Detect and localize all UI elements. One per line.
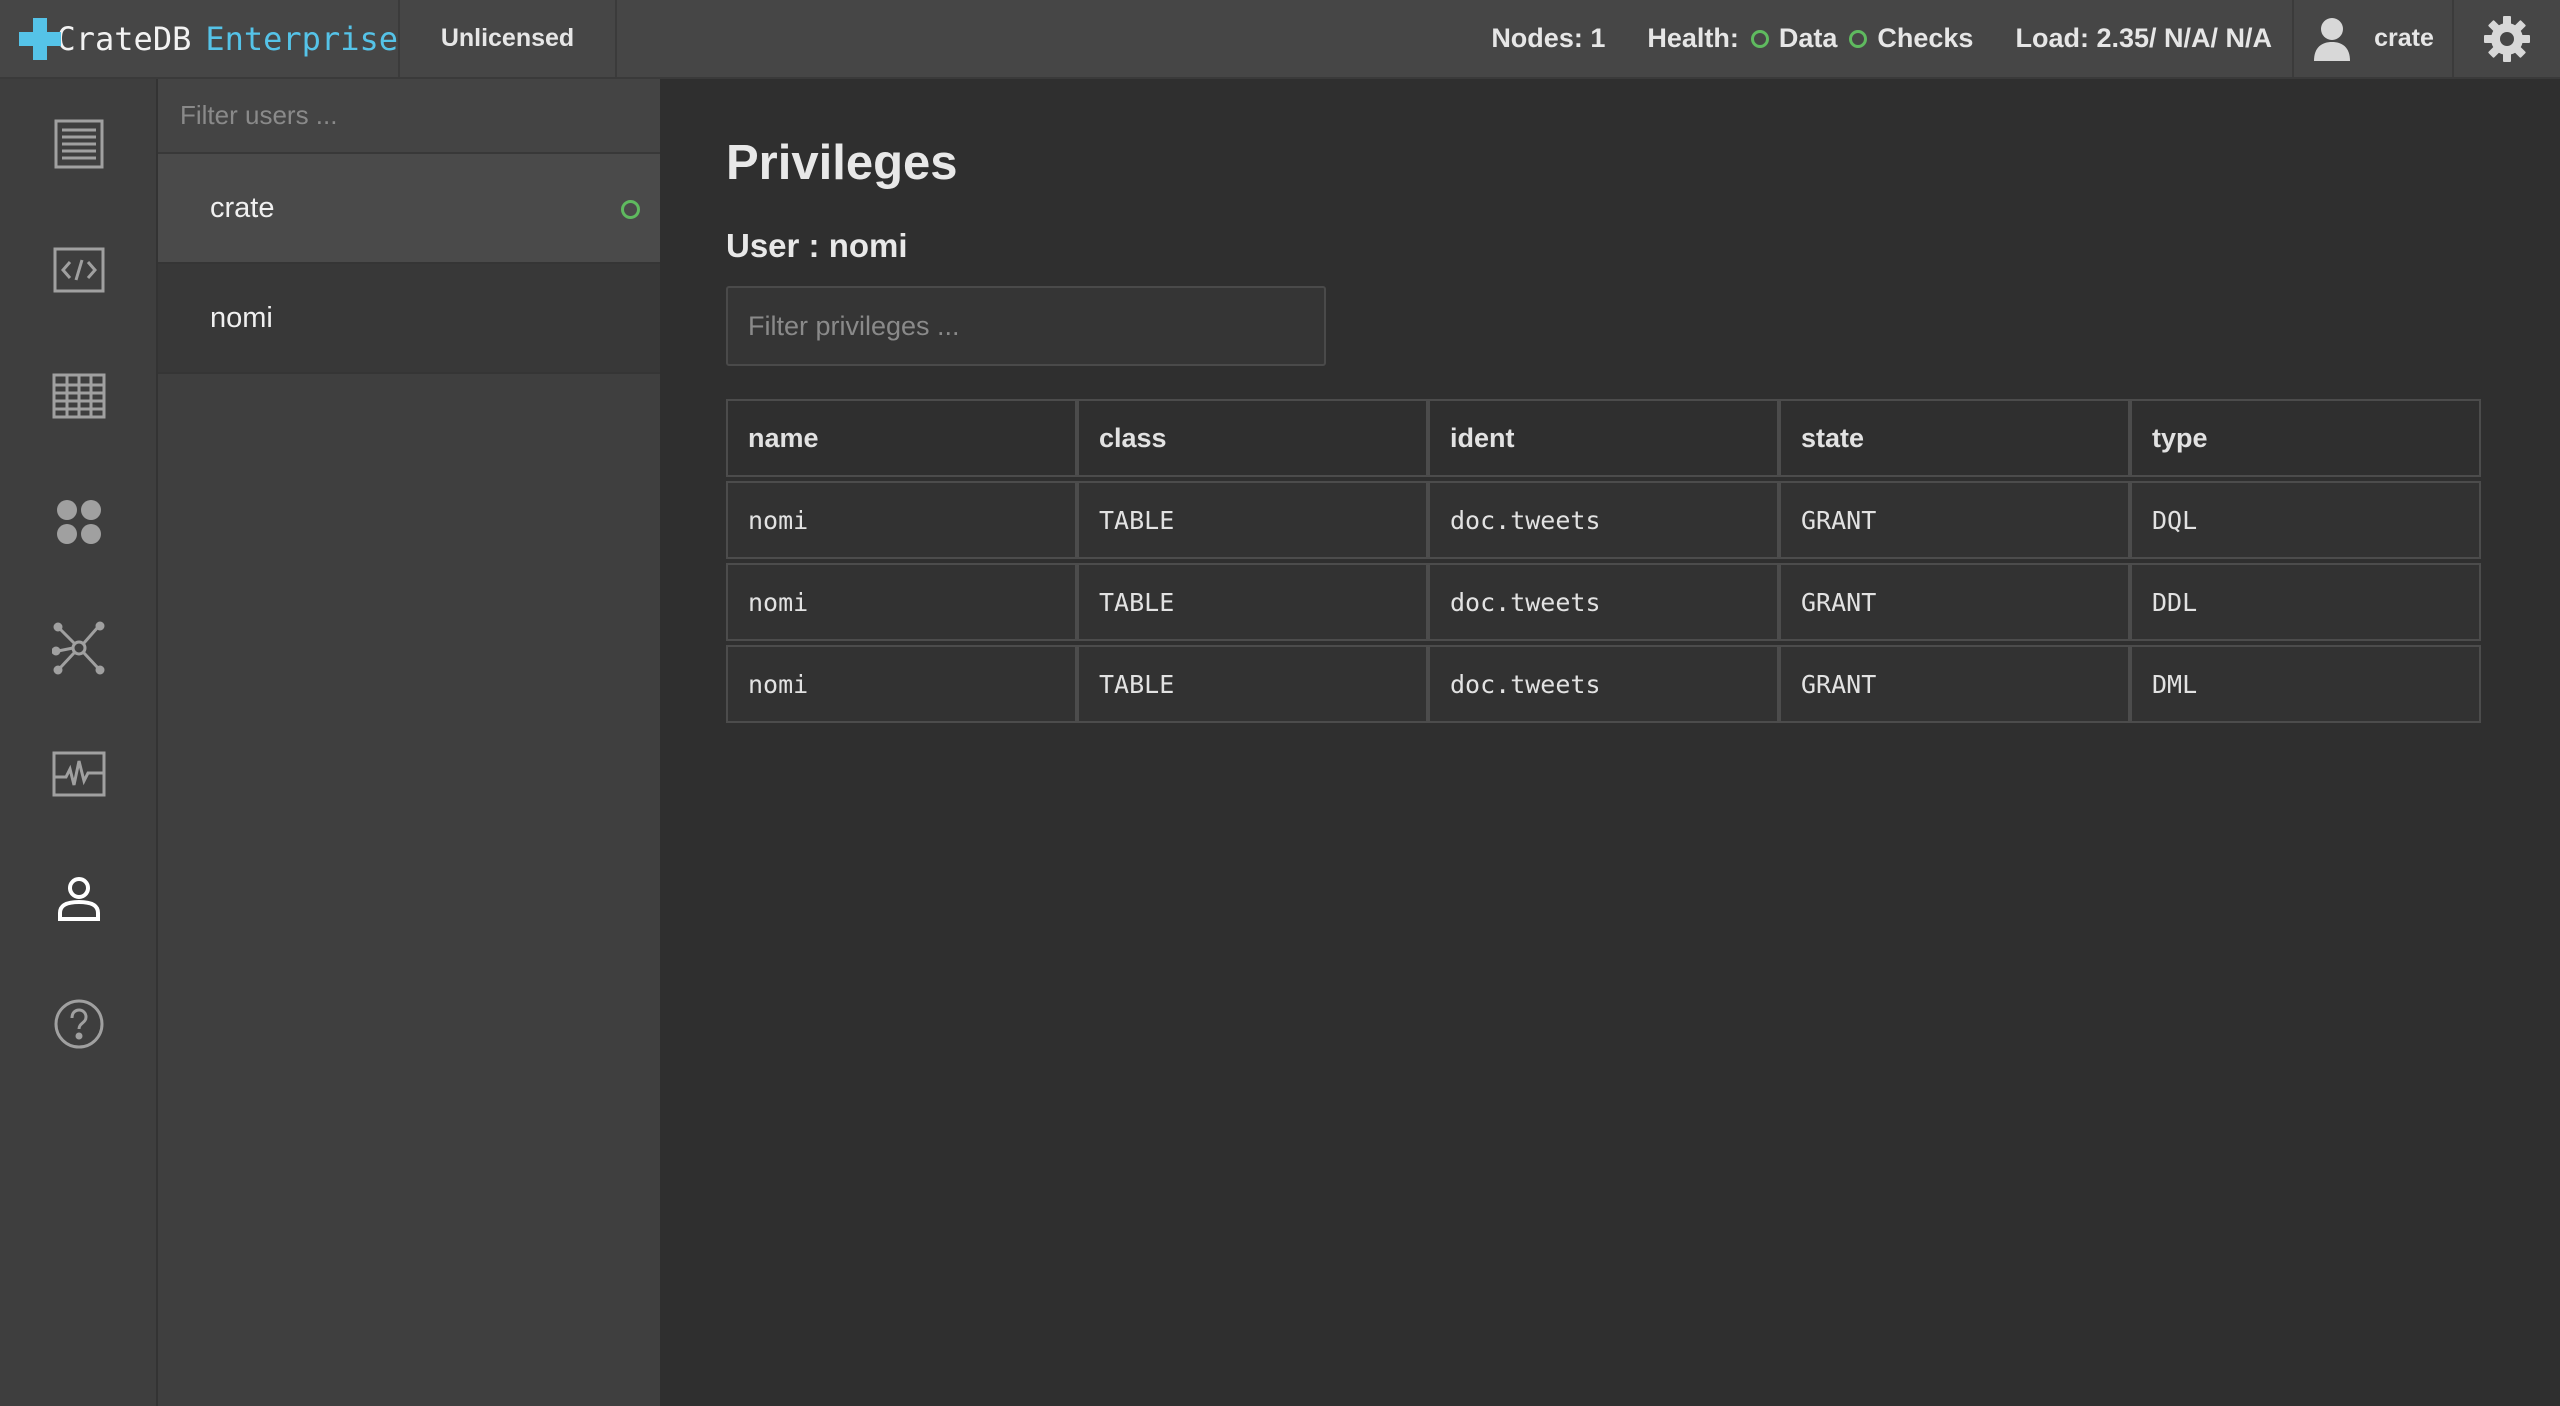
cell-class: TABLE — [1077, 563, 1428, 641]
nav-tables[interactable] — [0, 351, 158, 441]
load-status: Load: 2.35/ N/A/ N/A — [2015, 23, 2272, 53]
user-name: crate — [210, 191, 275, 224]
privileges-panel: Privileges User : nomi name class ident … — [660, 79, 2560, 1406]
table-row: nomi TABLE doc.tweets GRANT DML — [726, 645, 2481, 723]
gear-icon — [2484, 15, 2530, 62]
cell-state: GRANT — [1779, 645, 2130, 723]
cell-state: GRANT — [1779, 563, 2130, 641]
cell-name: nomi — [726, 563, 1077, 641]
cell-name: nomi — [726, 481, 1077, 559]
nav-console[interactable] — [0, 225, 158, 315]
license-status[interactable]: Unlicensed — [400, 0, 617, 77]
online-status-icon — [621, 200, 640, 219]
brand-edition: Enterprise — [205, 19, 398, 58]
users-sidebar: crate nomi — [158, 79, 660, 1406]
health-checks-label: Checks — [1877, 23, 1974, 53]
cell-ident: doc.tweets — [1428, 563, 1779, 641]
user-name: nomi — [210, 301, 273, 334]
cratedb-logo-icon — [19, 17, 61, 60]
tables-icon — [52, 373, 106, 419]
nav-views[interactable] — [0, 477, 158, 567]
cell-class: TABLE — [1077, 481, 1428, 559]
user-list-item-nomi[interactable]: nomi — [158, 264, 660, 374]
cell-type: DDL — [2130, 563, 2481, 641]
users-icon — [58, 877, 100, 921]
column-header-ident[interactable]: ident — [1428, 399, 1779, 477]
cell-name: nomi — [726, 645, 1077, 723]
help-icon — [54, 999, 104, 1049]
views-icon — [57, 500, 101, 544]
user-list-item-crate[interactable]: crate — [158, 154, 660, 264]
brand-name: CrateDB — [56, 19, 192, 58]
main-navigation — [0, 79, 158, 1406]
cell-ident: doc.tweets — [1428, 481, 1779, 559]
nav-users[interactable] — [0, 854, 158, 944]
settings-button[interactable] — [2452, 0, 2560, 77]
column-header-type[interactable]: type — [2130, 399, 2481, 477]
data-health-icon — [1750, 29, 1769, 48]
column-header-name[interactable]: name — [726, 399, 1077, 477]
privileges-table: name class ident state type nomi TABLE d… — [726, 395, 2481, 727]
table-row: nomi TABLE doc.tweets GRANT DQL — [726, 481, 2481, 559]
nav-monitoring[interactable] — [0, 729, 158, 819]
nodes-count: Nodes: 1 — [1491, 23, 1606, 53]
column-header-class[interactable]: class — [1077, 399, 1428, 477]
console-icon — [53, 247, 105, 293]
cluster-icon — [52, 621, 105, 675]
brand[interactable]: CrateDB Enterprise — [0, 0, 400, 77]
table-header-row: name class ident state type — [726, 399, 2481, 477]
user-avatar-icon — [2314, 17, 2351, 61]
health-label: Health: — [1647, 23, 1739, 53]
top-bar: CrateDB Enterprise Unlicensed Nodes: 1 H… — [0, 0, 2560, 79]
column-header-state[interactable]: state — [1779, 399, 2130, 477]
nav-help[interactable] — [0, 979, 158, 1069]
page-title: Privileges — [726, 136, 958, 190]
health-status: Health: Data Checks — [1647, 23, 1973, 54]
cell-state: GRANT — [1779, 481, 2130, 559]
current-user-name: crate — [2374, 24, 2434, 52]
health-data-label: Data — [1778, 23, 1838, 53]
selected-user-heading: User : nomi — [726, 227, 908, 264]
table-row: nomi TABLE doc.tweets GRANT DDL — [726, 563, 2481, 641]
overview-icon — [54, 119, 104, 169]
nav-overview[interactable] — [0, 99, 158, 189]
nav-cluster[interactable] — [0, 603, 158, 693]
checks-health-icon — [1849, 29, 1868, 48]
filter-users-input[interactable] — [158, 79, 660, 154]
cell-type: DQL — [2130, 481, 2481, 559]
cluster-status: Nodes: 1 Health: Data Checks Load: 2.35/… — [1449, 0, 2292, 77]
cell-ident: doc.tweets — [1428, 645, 1779, 723]
filter-privileges-input[interactable] — [726, 286, 1326, 366]
user-menu[interactable]: crate — [2292, 0, 2452, 77]
cell-type: DML — [2130, 645, 2481, 723]
cell-class: TABLE — [1077, 645, 1428, 723]
monitoring-icon — [52, 751, 106, 797]
